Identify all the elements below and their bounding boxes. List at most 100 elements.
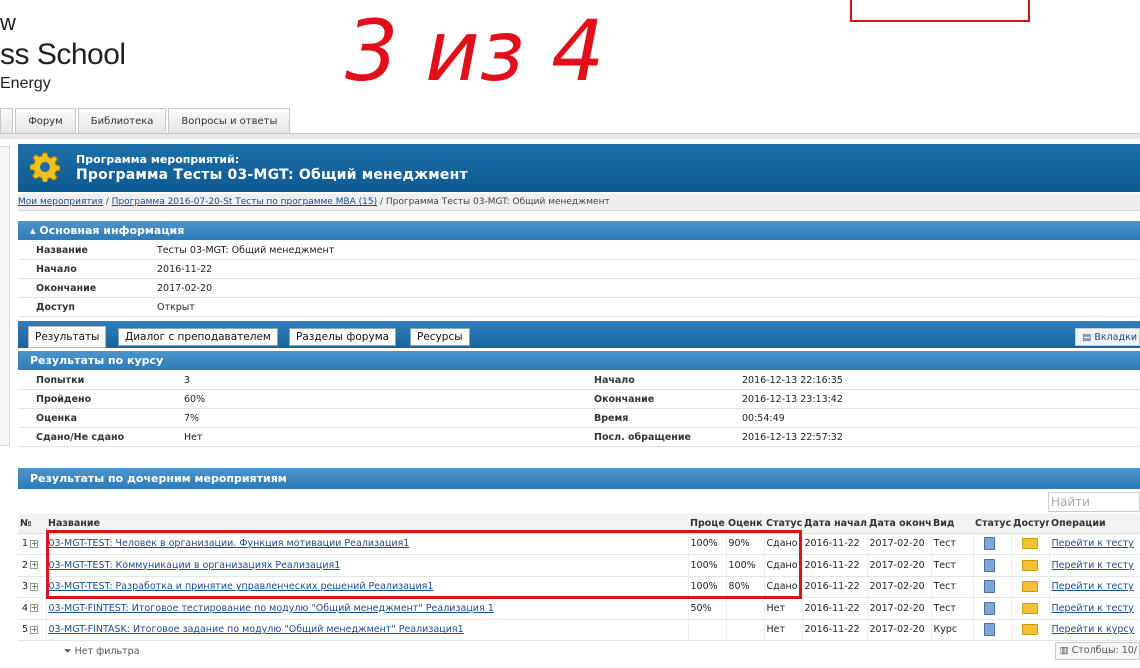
tab-partial[interactable]	[0, 108, 14, 134]
search-input[interactable]: Найти	[1048, 492, 1140, 512]
document-icon[interactable]	[983, 601, 995, 615]
breadcrumb-current: Программа Тесты 03-MGT: Общий менеджмент	[385, 197, 610, 207]
column-header-number[interactable]: №	[18, 514, 46, 534]
result-label: Начало	[594, 375, 635, 386]
info-row: Название Тесты 03-MGT: Общий менеджмент	[18, 241, 1140, 260]
filter-label: Нет фильтра	[74, 646, 140, 657]
row-start-date: 2016-11-22	[802, 619, 868, 641]
document-icon[interactable]	[983, 558, 995, 572]
document-icon[interactable]	[983, 623, 995, 637]
row-percent: 50%	[688, 597, 727, 620]
tab-resources[interactable]: Ресурсы	[410, 328, 470, 346]
folder-icon[interactable]	[1021, 624, 1038, 636]
tab-divider	[0, 133, 1140, 139]
go-to-test-link[interactable]: Перейти к тесту	[1052, 538, 1134, 549]
column-header-start-date[interactable]: Дата начала	[802, 514, 867, 534]
column-header-end-date[interactable]: Дата окончания	[867, 514, 931, 534]
folder-icon[interactable]	[1021, 559, 1038, 571]
row-status: Нет	[764, 597, 803, 620]
result-row: Сдано/Не сдано Нет Посл. обращение 2016-…	[18, 428, 1140, 447]
go-to-test-link[interactable]: Перейти к тесту	[1052, 560, 1134, 571]
row-score	[726, 597, 765, 620]
info-row: Окончание 2017-02-20	[18, 279, 1140, 298]
row-name-cell: 03-MGT-FINTEST: Итоговое тестирование по…	[46, 597, 689, 620]
go-to-test-link[interactable]: Перейти к тесту	[1052, 581, 1134, 592]
result-value: 2016-12-13 22:16:35	[742, 375, 843, 386]
filter-status[interactable]: ⏷ Нет фильтра	[64, 642, 140, 662]
expand-icon[interactable]: +	[30, 625, 39, 634]
breadcrumb-my-events[interactable]: Мои мероприятия	[18, 197, 103, 207]
folder-icon[interactable]	[1021, 538, 1038, 550]
row-access-cell	[1011, 576, 1050, 598]
row-kind: Тест	[931, 576, 974, 598]
row-number: 1	[22, 538, 29, 550]
column-header-access[interactable]: Доступ	[1011, 514, 1049, 534]
tab-qa[interactable]: Вопросы и ответы	[168, 108, 291, 134]
row-end-date: 2017-02-20	[867, 576, 932, 598]
columns-icon: ▥	[1059, 645, 1072, 656]
expand-icon[interactable]: +	[30, 582, 39, 591]
page-title: Программа Тесты 03-MGT: Общий менеджмент	[76, 167, 468, 183]
folder-icon[interactable]	[1021, 602, 1038, 614]
result-row: Пройдено 60% Окончание 2016-12-13 23:13:…	[18, 390, 1140, 409]
section-title: Результаты по дочерним мероприятиям	[30, 472, 287, 485]
row-start-date: 2016-11-22	[802, 554, 868, 577]
program-banner: Программа мероприятий: Программа Тесты 0…	[18, 144, 1140, 192]
row-number: 5	[22, 624, 29, 636]
info-label: Название	[36, 245, 88, 256]
result-label: Время	[594, 413, 629, 424]
column-header-kind[interactable]: Вид	[931, 514, 973, 534]
tab-forum[interactable]: Форум	[15, 108, 76, 134]
result-label: Посл. обращение	[594, 432, 691, 443]
handwritten-text: 3 из 4	[345, 2, 605, 100]
row-number: 4	[22, 602, 29, 614]
result-value: 00:54:49	[742, 413, 785, 424]
tab-forum-sections[interactable]: Разделы форума	[289, 328, 397, 346]
tabs-menu-button[interactable]: ▤ Вкладки	[1075, 328, 1140, 346]
row-kind: Курс	[931, 619, 974, 641]
row-status-icon-cell	[973, 576, 1012, 598]
go-to-test-link[interactable]: Перейти к тесту	[1052, 603, 1134, 614]
folder-icon[interactable]	[1021, 581, 1038, 593]
result-row: Попытки 3 Начало 2016-12-13 22:16:35	[18, 371, 1140, 390]
expand-icon[interactable]: +	[30, 561, 39, 570]
result-value: Нет	[184, 432, 203, 443]
document-icon[interactable]	[983, 537, 995, 551]
info-value: 2016-11-22	[157, 264, 213, 275]
info-value: Открыт	[157, 302, 195, 313]
result-label: Оценка	[36, 413, 77, 424]
tab-dialog-teacher[interactable]: Диалог с преподавателем	[118, 328, 278, 346]
info-row: Доступ Открыт	[18, 298, 1140, 317]
activity-link[interactable]: 03-MGT-FINTASK: Итоговое задание по моду…	[49, 624, 464, 635]
row-name-cell: 03-MGT-FINTASK: Итоговое задание по моду…	[46, 619, 689, 641]
expand-icon[interactable]: +	[30, 604, 39, 613]
document-icon[interactable]	[983, 580, 995, 594]
row-access-cell	[1011, 619, 1050, 641]
row-number-cell: 2 +	[18, 554, 47, 577]
row-status-icon-cell	[973, 554, 1012, 577]
tab-library[interactable]: Библиотека	[77, 108, 167, 134]
breadcrumb-separator: /	[102, 197, 112, 207]
result-value: 2016-12-13 23:13:42	[742, 394, 843, 405]
tab-results[interactable]: Результаты	[28, 326, 107, 348]
subtab-bar: Результаты Диалог с преподавателем Разде…	[18, 321, 1140, 348]
filter-icon: ⏷	[64, 646, 75, 657]
row-end-date: 2017-02-20	[867, 533, 932, 555]
activity-link[interactable]: 03-MGT-FINTEST: Итоговое тестирование по…	[49, 603, 494, 614]
logo-line-3: Energy	[0, 75, 51, 92]
expand-icon[interactable]: +	[30, 539, 39, 548]
go-to-course-link[interactable]: Перейти к курсу	[1052, 624, 1135, 635]
row-number: 3	[22, 581, 29, 593]
info-label: Доступ	[36, 302, 75, 313]
section-basic-info[interactable]: ▴ Основная информация	[18, 221, 1140, 240]
columns-button[interactable]: ▥ Столбцы: 10/	[1054, 642, 1140, 660]
breadcrumb-separator: /	[377, 197, 386, 207]
section-title: Результаты по курсу	[30, 354, 164, 367]
row-number-cell: 1 +	[18, 533, 47, 555]
column-header-status-icon[interactable]: Статус	[973, 514, 1011, 534]
result-label: Окончание	[594, 394, 655, 405]
row-end-date: 2017-02-20	[867, 597, 932, 620]
result-label: Пройдено	[36, 394, 92, 405]
breadcrumb-program[interactable]: Программа 2016-07-20-St Тесты по програм…	[112, 197, 377, 207]
result-row: Оценка 7% Время 00:54:49	[18, 409, 1140, 428]
